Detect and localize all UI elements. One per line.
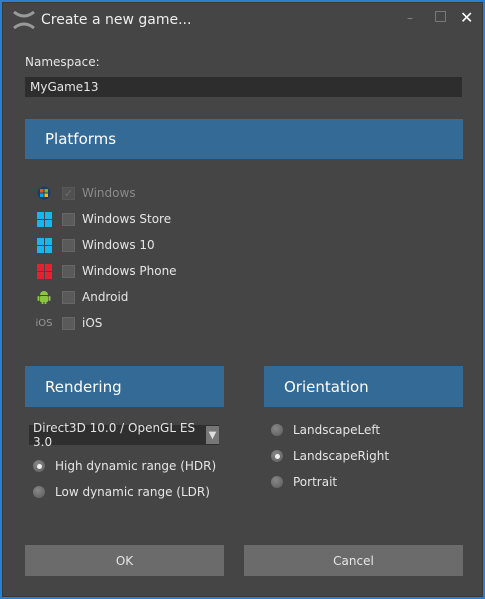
landscape-left-radio[interactable]: LandscapeLeft xyxy=(271,420,380,440)
radio-label: Portrait xyxy=(293,475,338,489)
ios-text-icon: iOS xyxy=(35,317,53,329)
orientation-header: Orientation xyxy=(264,366,463,407)
portrait-radio[interactable]: Portrait xyxy=(271,472,337,492)
renderer-select[interactable]: Direct3D 10.0 / OpenGL ES 3.0 ▼ xyxy=(29,421,219,449)
windows-store-checkbox[interactable] xyxy=(62,212,75,226)
ldr-radio[interactable]: Low dynamic range (LDR) xyxy=(33,482,210,502)
android-icon xyxy=(35,288,53,306)
windows-logo-icon xyxy=(35,184,53,202)
landscape-right-radio[interactable]: LandscapeRight xyxy=(271,446,389,466)
close-button[interactable]: ✕ xyxy=(460,8,473,27)
windows-store-icon xyxy=(35,210,53,228)
platform-android: Android xyxy=(35,287,128,307)
radio-label: LandscapeRight xyxy=(293,449,390,463)
dialog-window: Create a new game... – □ ✕ Namespace: My… xyxy=(2,2,483,597)
platform-label: Windows xyxy=(82,186,136,200)
radio-label: Low dynamic range (LDR) xyxy=(55,485,210,499)
namespace-label: Namespace: xyxy=(25,55,100,69)
radio-label: High dynamic range (HDR) xyxy=(55,459,217,473)
namespace-input[interactable]: MyGame13 xyxy=(25,77,462,97)
radio-icon[interactable] xyxy=(271,424,283,436)
platform-ios: iOS iOS xyxy=(35,313,103,333)
windows-phone-icon xyxy=(35,262,53,280)
android-checkbox[interactable] xyxy=(62,290,75,304)
windows-10-icon xyxy=(35,236,53,254)
platform-label: Windows 10 xyxy=(82,238,155,252)
ios-checkbox[interactable] xyxy=(62,316,75,330)
platform-label: Android xyxy=(82,290,129,304)
app-logo-icon xyxy=(13,11,35,29)
platform-label: Windows Phone xyxy=(82,264,177,278)
radio-icon[interactable] xyxy=(271,476,283,488)
platform-windows-phone: Windows Phone xyxy=(35,261,177,281)
chevron-down-icon[interactable]: ▼ xyxy=(205,426,219,444)
radio-label: LandscapeLeft xyxy=(293,423,381,437)
platform-windows: ✓ Windows xyxy=(35,183,136,203)
windows-checkbox[interactable]: ✓ xyxy=(62,186,75,200)
maximize-button[interactable]: □ xyxy=(434,8,447,24)
minimize-button[interactable]: – xyxy=(407,11,413,25)
platform-label: Windows Store xyxy=(82,212,172,226)
cancel-button[interactable]: Cancel xyxy=(244,545,463,576)
platform-label: iOS xyxy=(82,316,103,330)
platform-windows-store: Windows Store xyxy=(35,209,171,229)
radio-icon[interactable] xyxy=(271,450,283,462)
radio-icon[interactable] xyxy=(33,486,45,498)
platform-windows-10: Windows 10 xyxy=(35,235,155,255)
renderer-select-value: Direct3D 10.0 / OpenGL ES 3.0 xyxy=(33,421,196,449)
radio-icon[interactable] xyxy=(33,460,45,472)
rendering-header: Rendering xyxy=(25,366,224,407)
window-title: Create a new game... xyxy=(41,12,192,28)
windows-10-checkbox[interactable] xyxy=(62,238,75,252)
hdr-radio[interactable]: High dynamic range (HDR) xyxy=(33,456,216,476)
ok-button[interactable]: OK xyxy=(25,545,224,576)
platforms-header: Platforms xyxy=(25,119,463,159)
windows-phone-checkbox[interactable] xyxy=(62,264,75,278)
